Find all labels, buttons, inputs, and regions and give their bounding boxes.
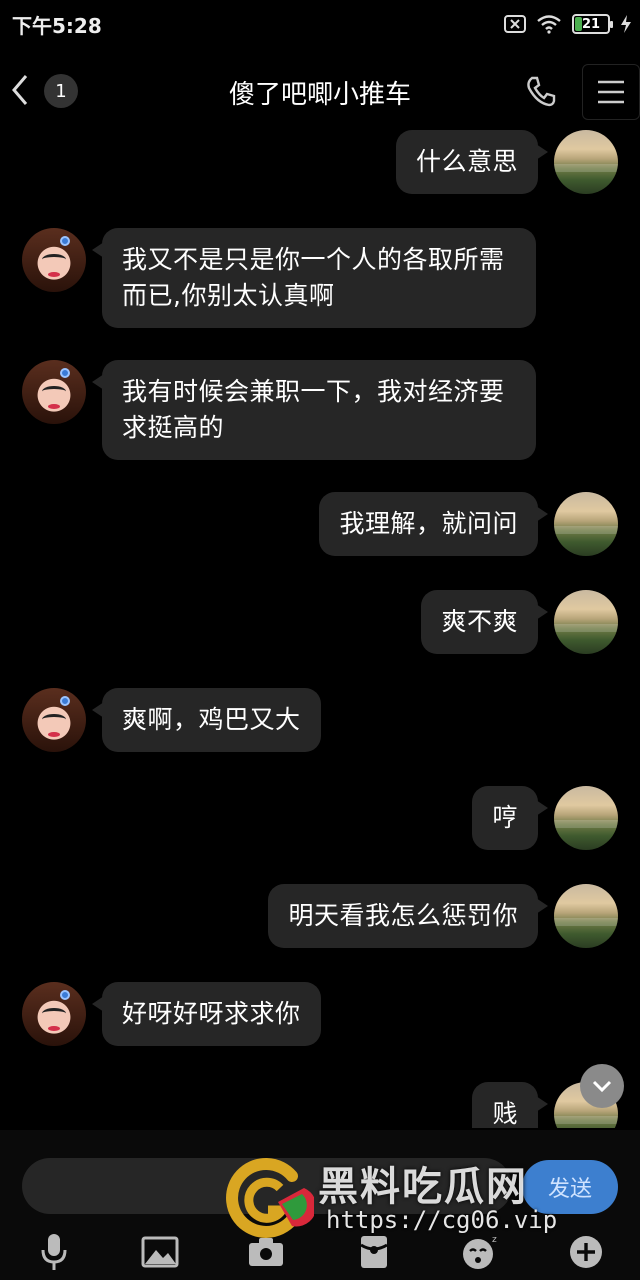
camera-icon[interactable] [244,1230,288,1274]
message-bubble[interactable]: 什么意思 [395,130,549,194]
chat-header: 1 傻了吧唧小推车 [0,50,640,130]
microphone-icon[interactable] [32,1230,76,1274]
input-bar: 发送 z [0,1130,640,1280]
message-input[interactable] [22,1158,512,1214]
phone-icon[interactable] [524,74,558,108]
avatar[interactable] [22,360,86,424]
message-list[interactable]: 什么意思 我又不是只是你一个人的各取所需而已,你别太认真啊 我有时候会兼职一下，… [0,130,640,1128]
message-bubble[interactable]: 贱 [472,1082,548,1128]
avatar[interactable] [22,688,86,752]
avatar[interactable] [22,982,86,1046]
scroll-to-bottom-button[interactable] [580,1064,624,1108]
message-bubble[interactable]: 我有时候会兼职一下，我对经济要求挺高的 [92,360,536,460]
avatar[interactable] [554,492,618,556]
send-button[interactable]: 发送 [522,1160,618,1214]
image-icon[interactable] [138,1230,182,1274]
status-bar: 下午5:28 21 [0,0,640,48]
emoji-icon[interactable]: z [458,1230,502,1274]
svg-text:z: z [492,1235,497,1245]
charging-icon [621,15,631,33]
message-bubble[interactable]: 爽啊，鸡巴又大 [92,688,321,752]
message-bubble[interactable]: 我又不是只是你一个人的各取所需而已,你别太认真啊 [92,228,536,328]
status-time: 下午5:28 [12,14,102,38]
avatar[interactable] [554,884,618,948]
avatar[interactable] [554,130,618,194]
message-bubble[interactable]: 我理解，就问问 [319,492,548,556]
message-bubble[interactable]: 哼 [472,786,548,850]
message-bubble[interactable]: 好呀好呀求求你 [92,982,321,1046]
plus-icon[interactable] [564,1230,608,1274]
avatar[interactable] [554,786,618,850]
message-bubble[interactable]: 爽不爽 [421,590,548,654]
battery-icon: 21 [572,14,613,34]
sim-disabled-icon [504,15,526,33]
message-bubble[interactable]: 明天看我怎么惩罚你 [268,884,548,948]
chevron-down-icon [592,1080,612,1093]
avatar[interactable] [22,228,86,292]
input-toolbar: z [0,1226,640,1280]
wifi-icon [537,15,561,34]
red-packet-icon[interactable] [352,1230,396,1274]
battery-level: 21 [581,16,601,32]
status-icons: 21 [504,12,632,36]
hamburger-menu-icon[interactable] [582,64,640,120]
avatar[interactable] [554,590,618,654]
